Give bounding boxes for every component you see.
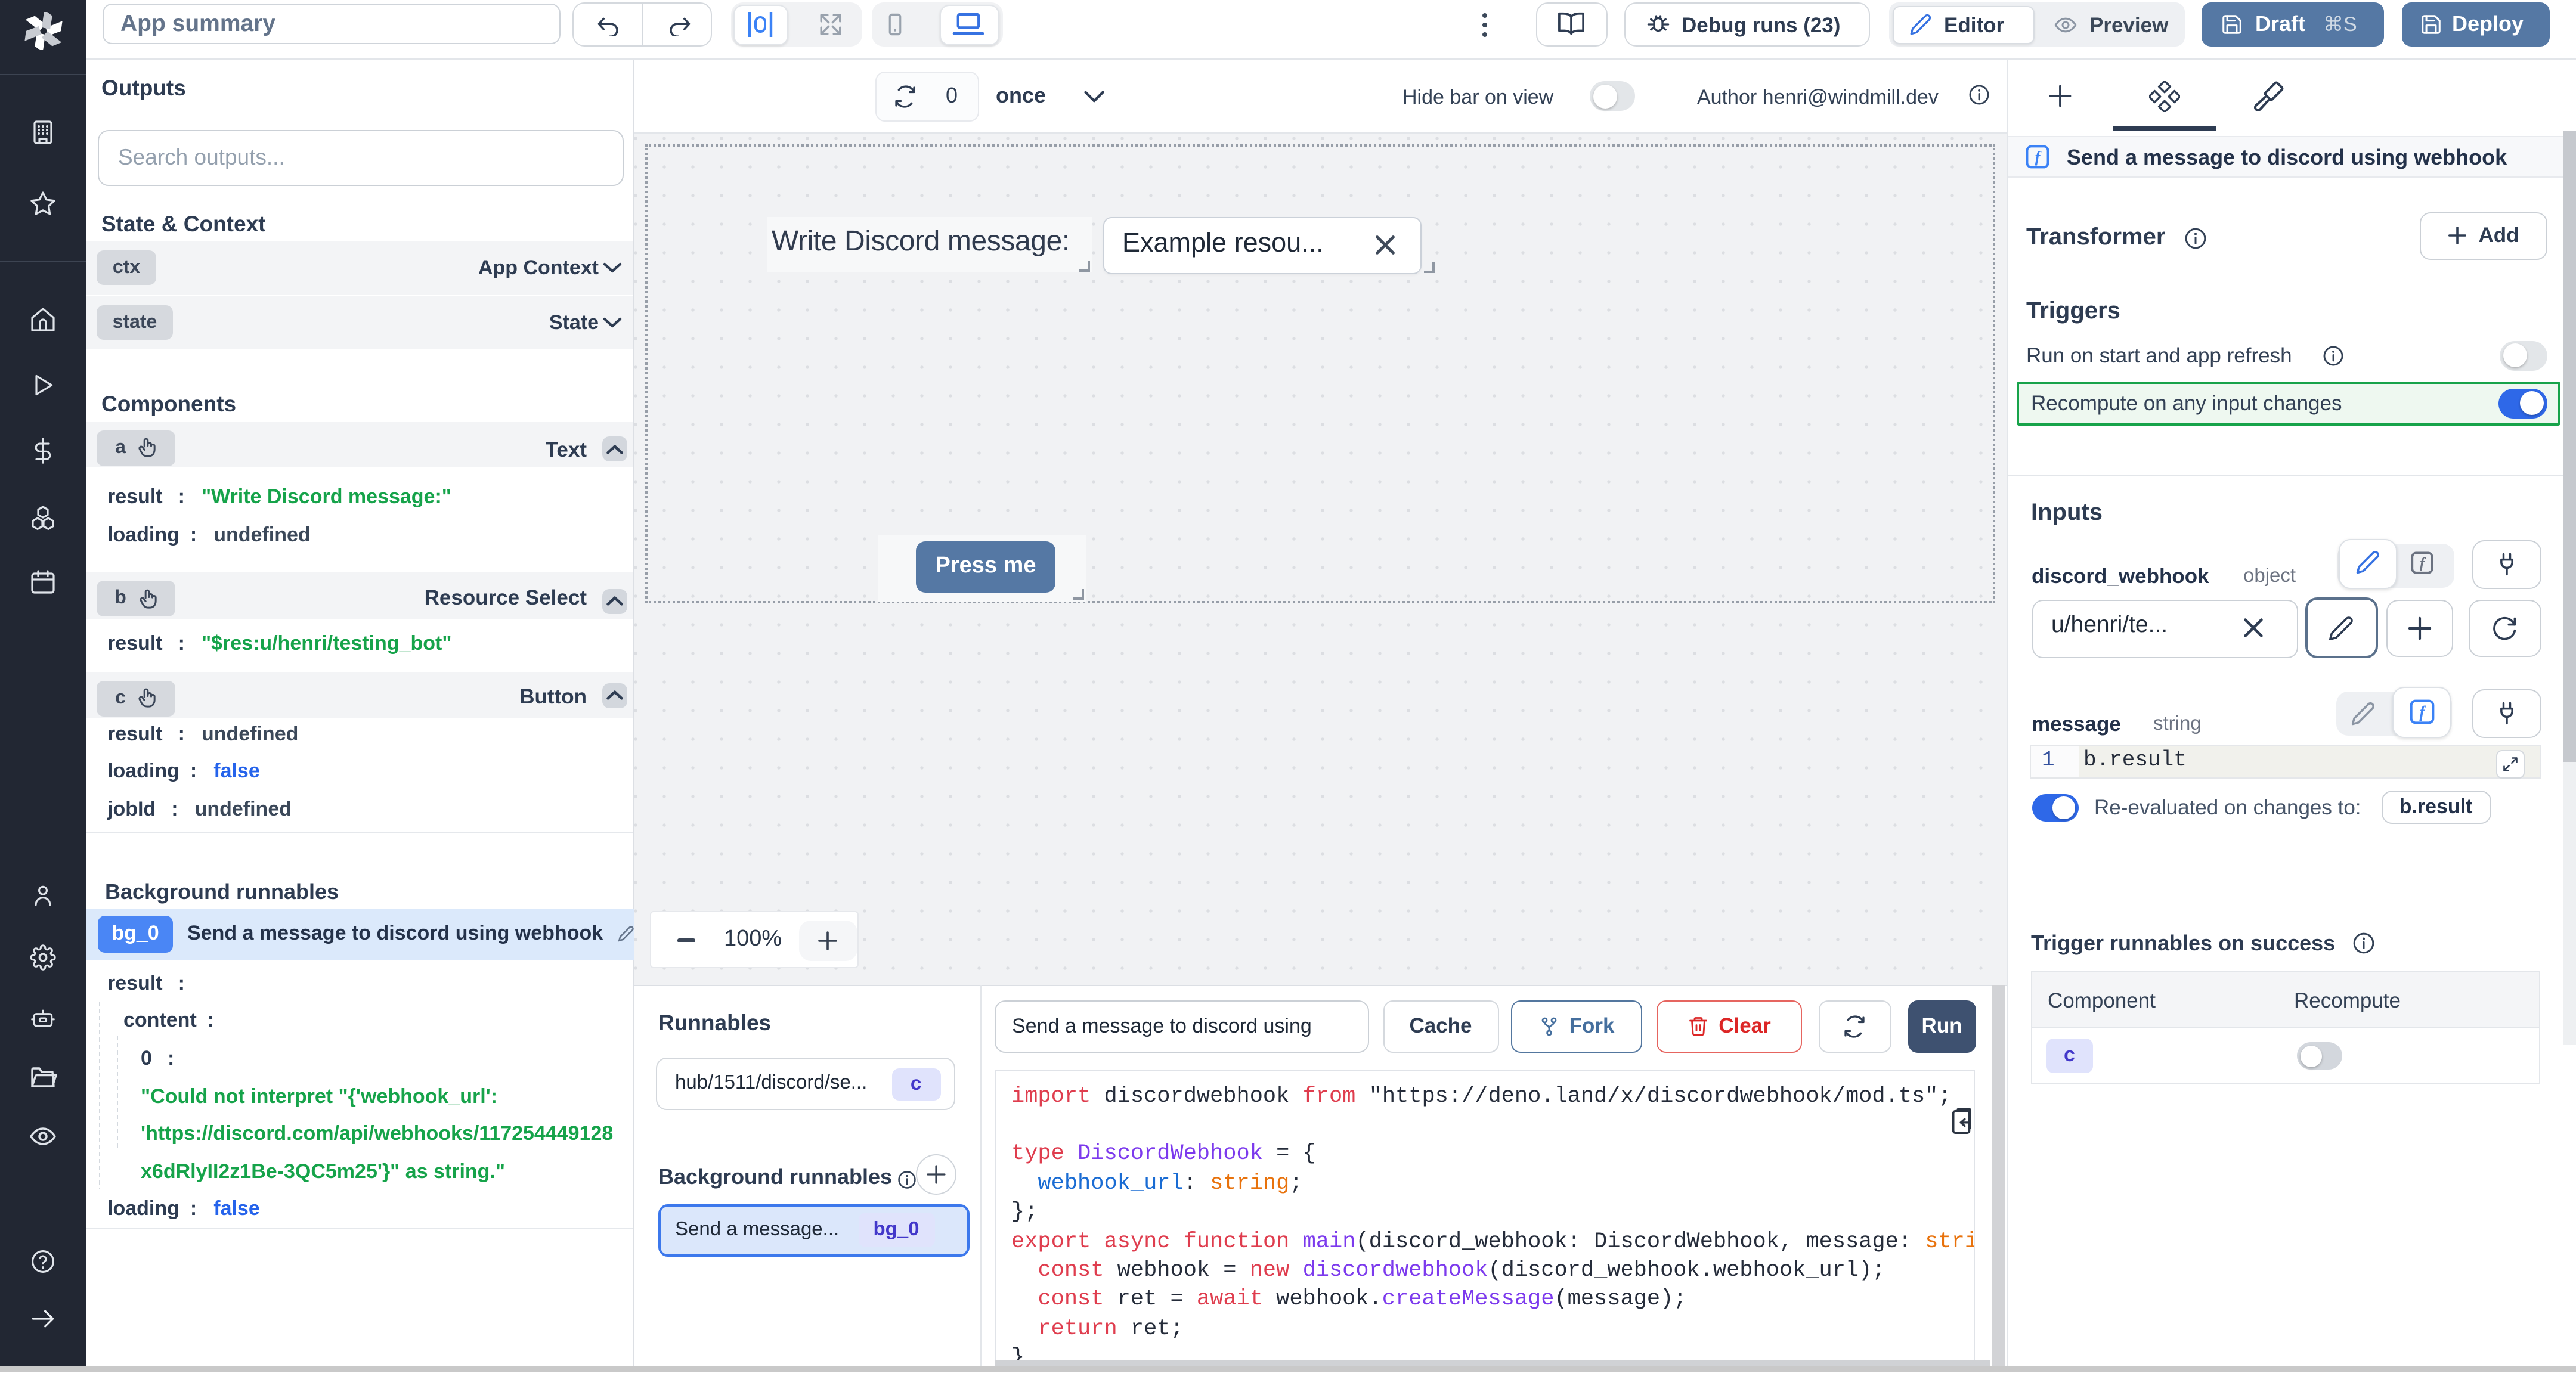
svg-text:f: f <box>2420 555 2426 571</box>
svg-text:f: f <box>2419 702 2426 721</box>
svg-text:f: f <box>2035 148 2042 166</box>
